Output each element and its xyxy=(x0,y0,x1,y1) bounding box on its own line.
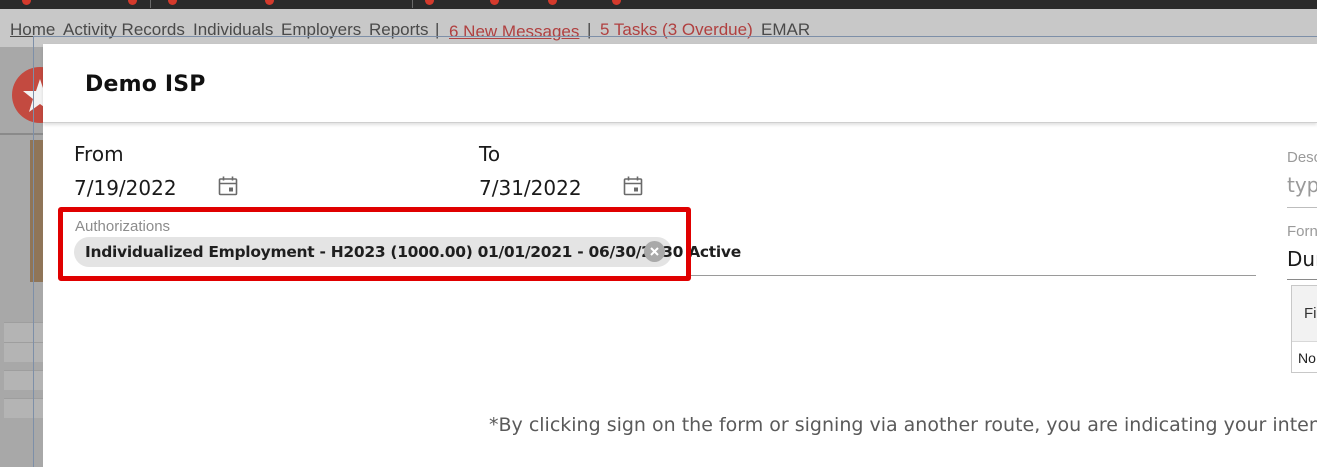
tab-favicon-icon xyxy=(490,0,499,5)
tab-separator xyxy=(412,0,413,8)
to-label: To xyxy=(479,142,501,166)
from-label: From xyxy=(74,142,124,166)
calendar-icon[interactable] xyxy=(218,176,238,196)
to-date-input[interactable]: 7/31/2022 xyxy=(479,176,582,200)
table-header-cell: Fi xyxy=(1304,305,1317,322)
tab-favicon-icon xyxy=(425,0,434,5)
isp-modal: Demo ISP From 7/19/2022 To 7/31/2022 Aut… xyxy=(43,44,1317,467)
form-select[interactable]: Dur xyxy=(1287,247,1317,271)
right-table: Fi No xyxy=(1291,285,1317,373)
description-label: Desc xyxy=(1287,149,1317,166)
table-cell: No xyxy=(1298,350,1316,366)
modal-title: Demo ISP xyxy=(85,72,206,97)
from-date-input[interactable]: 7/19/2022 xyxy=(74,176,177,200)
sign-notice: *By clicking sign on the form or signing… xyxy=(489,414,1317,436)
tab-favicon-icon xyxy=(168,0,177,5)
right-column: Desc typ Forn Dur Fi No xyxy=(1287,144,1317,384)
authorizations-highlight xyxy=(58,207,691,281)
form-underline xyxy=(1287,279,1317,280)
tab-favicon-icon xyxy=(548,0,557,5)
authorizations-underline xyxy=(689,275,1256,276)
tab-separator xyxy=(150,0,151,8)
tab-favicon-icon xyxy=(265,0,274,5)
table-header: Fi xyxy=(1292,286,1317,342)
calendar-icon[interactable] xyxy=(623,176,643,196)
tab-favicon-icon xyxy=(612,0,621,5)
form-label: Forn xyxy=(1287,223,1317,240)
description-input[interactable]: typ xyxy=(1287,173,1317,197)
tab-favicon-icon xyxy=(128,0,137,5)
modal-header: Demo ISP xyxy=(43,44,1317,123)
description-underline xyxy=(1287,207,1317,208)
tab-favicon-icon xyxy=(22,0,31,5)
browser-tab-strip xyxy=(0,0,1317,9)
